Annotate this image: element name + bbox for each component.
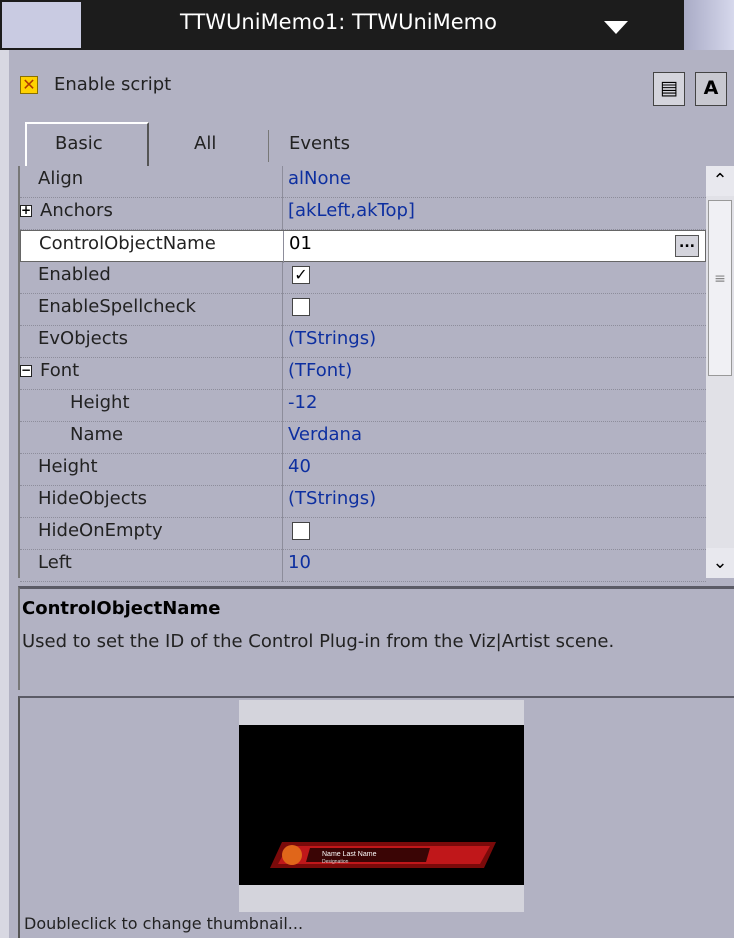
property-row[interactable]: Height 40 xyxy=(20,454,706,486)
enable-script-checkbox[interactable]: ✕ xyxy=(20,76,38,94)
column-divider xyxy=(282,358,283,390)
ellipsis-button[interactable]: ... xyxy=(675,235,699,257)
property-name: EvObjects xyxy=(38,328,129,349)
property-value[interactable]: [akLeft,akTop] xyxy=(288,200,415,221)
column-divider xyxy=(282,454,283,486)
property-value[interactable]: (TStrings) xyxy=(288,488,376,509)
property-name: Align xyxy=(38,168,84,189)
panel-edge xyxy=(0,50,9,938)
property-name: Height xyxy=(38,456,98,477)
property-name: EnableSpellcheck xyxy=(38,296,196,317)
property-row[interactable]: − Font (TFont) xyxy=(20,358,706,390)
column-divider xyxy=(282,326,283,358)
column-divider xyxy=(282,550,283,582)
title-bar-left-block xyxy=(2,2,81,48)
property-row[interactable]: Name Verdana xyxy=(20,422,706,454)
property-row-selected[interactable]: ControlObjectName 01 ... xyxy=(20,230,706,263)
property-name: Enabled xyxy=(38,264,111,285)
property-value[interactable]: Verdana xyxy=(288,424,362,445)
collapse-icon[interactable]: − xyxy=(20,364,32,377)
property-value[interactable]: 40 xyxy=(288,456,311,477)
property-grid: Align alNone + Anchors [akLeft,akTop] Co… xyxy=(18,166,706,582)
column-divider xyxy=(282,518,283,550)
description-title: ControlObjectName xyxy=(22,598,221,619)
property-row[interactable]: + Anchors [akLeft,akTop] xyxy=(20,198,706,230)
column-divider xyxy=(282,486,283,518)
property-name: Font xyxy=(40,360,80,381)
property-row[interactable]: HideObjects (TStrings) xyxy=(20,486,706,518)
property-name: HideOnEmpty xyxy=(38,520,163,541)
window-title: TTWUniMemo1: TTWUniMemo xyxy=(180,10,497,34)
property-name: Left xyxy=(38,552,72,573)
property-value[interactable]: 10 xyxy=(288,552,311,573)
checkbox-unchecked-icon[interactable] xyxy=(292,522,310,540)
lower-third-designation: Designation xyxy=(322,859,349,865)
property-name: ControlObjectName xyxy=(39,233,216,254)
property-row[interactable]: EvObjects (TStrings) xyxy=(20,326,706,358)
property-row[interactable]: Enabled ✓ xyxy=(20,262,706,294)
property-value[interactable]: alNone xyxy=(288,168,351,189)
property-row[interactable]: Left 10 xyxy=(20,550,706,582)
property-name: HideObjects xyxy=(38,488,148,509)
property-name: Height xyxy=(70,392,130,413)
property-row[interactable]: EnableSpellcheck xyxy=(20,294,706,326)
tab-basic[interactable]: Basic xyxy=(55,124,103,164)
tab-events[interactable]: Events xyxy=(289,124,350,164)
expand-icon[interactable]: + xyxy=(20,204,32,217)
lower-third-graphic: Name Last Name Designation xyxy=(270,842,496,868)
control-object-name-input[interactable]: 01 xyxy=(289,233,312,254)
column-divider xyxy=(282,422,283,454)
column-divider xyxy=(282,294,283,326)
enable-script-label: Enable script xyxy=(54,74,172,95)
property-name: Name xyxy=(70,424,124,445)
checkbox-checked-icon[interactable]: ✓ xyxy=(292,266,310,284)
description-body: Used to set the ID of the Control Plug-i… xyxy=(22,631,615,652)
scroll-down-icon[interactable]: ⌄ xyxy=(706,548,734,578)
column-divider xyxy=(283,231,284,263)
property-row[interactable]: Height -12 xyxy=(20,390,706,422)
title-bar-right-block xyxy=(684,0,734,50)
property-value[interactable]: (TStrings) xyxy=(288,328,376,349)
column-divider xyxy=(282,166,283,198)
scroll-up-icon[interactable]: ⌃ xyxy=(706,166,734,196)
property-value[interactable]: (TFont) xyxy=(288,360,352,381)
property-row[interactable]: HideOnEmpty xyxy=(20,518,706,550)
tab-divider xyxy=(268,130,269,162)
scroll-thumb[interactable]: ≡ xyxy=(708,200,732,376)
view-alpha-button[interactable]: A xyxy=(695,72,727,106)
view-list-button[interactable]: ▤ xyxy=(653,72,685,106)
column-divider xyxy=(282,262,283,294)
thumbnail-caption: Doubleclick to change thumbnail... xyxy=(24,914,304,933)
lower-third-name: Name Last Name xyxy=(322,851,377,858)
property-name: Anchors xyxy=(40,200,113,221)
column-divider xyxy=(282,198,283,230)
checkbox-unchecked-icon[interactable] xyxy=(292,298,310,316)
triangle-down-icon[interactable] xyxy=(604,21,628,34)
tab-all[interactable]: All xyxy=(194,124,216,164)
property-row[interactable]: Align alNone xyxy=(20,166,706,198)
property-value[interactable]: -12 xyxy=(288,392,317,413)
column-divider xyxy=(282,390,283,422)
